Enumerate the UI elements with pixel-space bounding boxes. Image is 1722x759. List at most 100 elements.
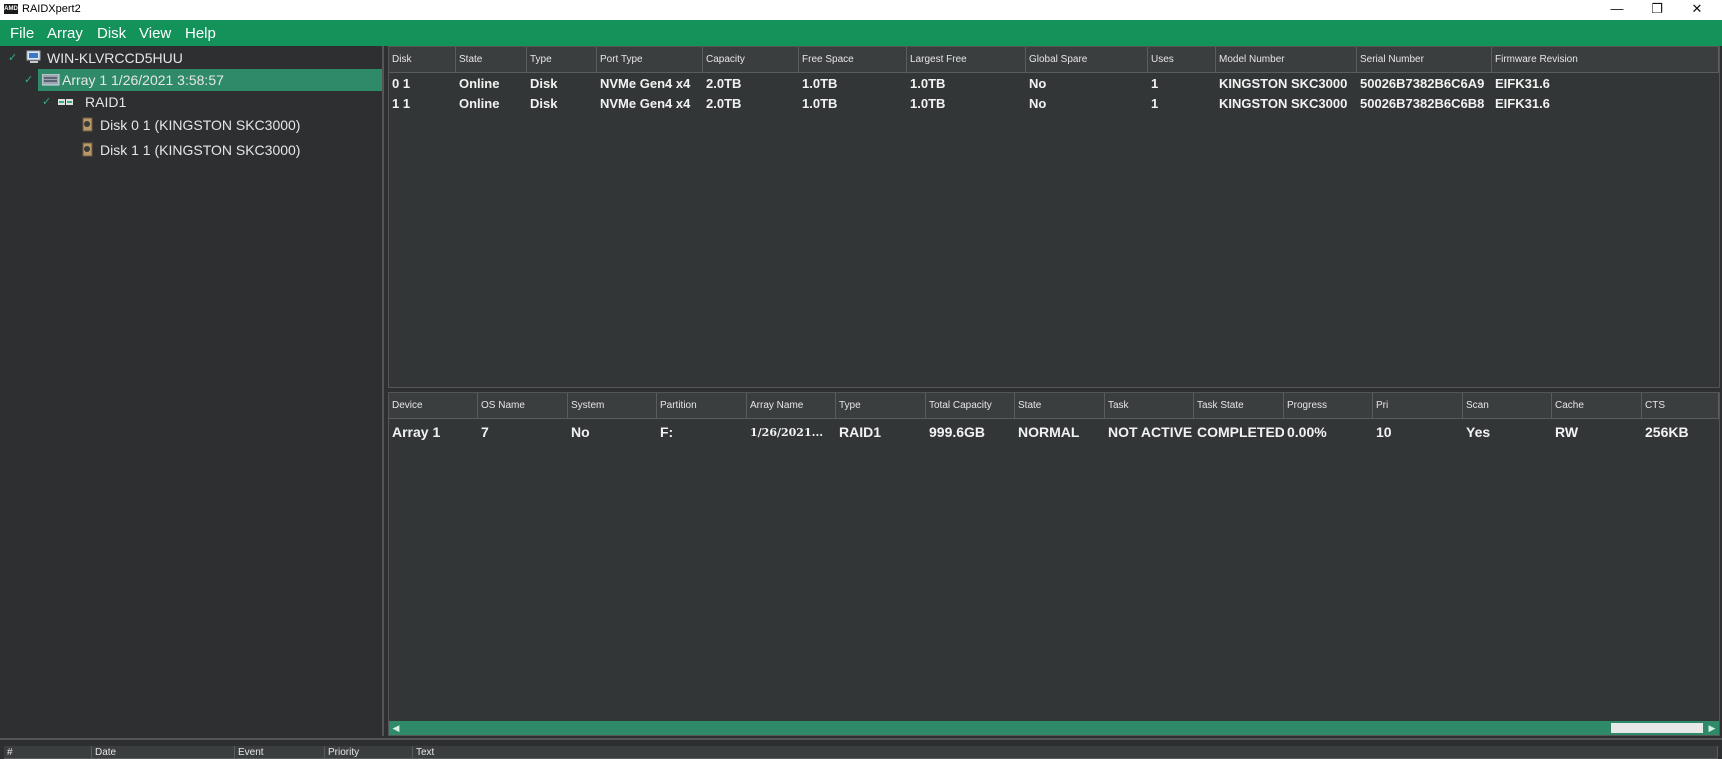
cell-state: Online [459, 96, 500, 111]
column-header-capacity[interactable]: Capacity [703, 47, 799, 73]
cell-serial-number: 50026B7382B6C6A9 [1360, 76, 1485, 91]
column-header-total-capacity[interactable]: Total Capacity [926, 393, 1015, 419]
column-header-task-state[interactable]: Task State [1194, 393, 1284, 419]
tree-item-computer[interactable]: ✓ WIN-KLVRCCD5HUU [2, 47, 382, 69]
minimize-button[interactable]: — [1597, 0, 1637, 20]
column-header-date[interactable]: Date [92, 746, 235, 759]
cell-type: Disk [530, 76, 558, 91]
array-icon [42, 74, 60, 86]
scroll-left-icon[interactable]: ◀ [389, 721, 403, 735]
menu-help[interactable]: Help [185, 25, 216, 42]
scrollbar-thumb[interactable] [1611, 723, 1703, 733]
cell-os-name: 7 [481, 424, 489, 440]
event-log-table: # Date Event Priority Text [0, 738, 1722, 759]
restore-button[interactable]: ❐ [1637, 0, 1677, 20]
cell-type: RAID1 [839, 424, 882, 440]
cell-task: NOT ACTIVE [1108, 424, 1193, 440]
cell-cache: RW [1555, 424, 1579, 440]
cell-array-name: 1/26/2021... [750, 426, 824, 439]
chevron-down-icon[interactable]: ✓ [24, 73, 33, 86]
column-header-device[interactable]: Device [389, 393, 478, 419]
column-header-disk[interactable]: Disk [389, 47, 456, 73]
cell-partition: F: [660, 424, 674, 440]
tree-item-raid[interactable]: ✓ RAID1 [40, 91, 240, 113]
column-header-text[interactable]: Text [413, 746, 1718, 759]
tree-item-disk-1[interactable]: Disk 1 1 (KINGSTON SKC3000) [80, 139, 380, 161]
disk-icon [82, 117, 93, 132]
column-header-priority[interactable]: Priority [325, 746, 413, 759]
close-button[interactable]: ✕ [1677, 0, 1717, 20]
column-header-cts[interactable]: CTS [1642, 393, 1719, 419]
column-header-os-name[interactable]: OS Name [478, 393, 568, 419]
cell-disk: 1 1 [392, 96, 411, 111]
column-header-task[interactable]: Task [1105, 393, 1194, 419]
column-header-type[interactable]: Type [836, 393, 926, 419]
column-header-type[interactable]: Type [527, 47, 597, 73]
column-header-number[interactable]: # [4, 746, 92, 759]
menu-array[interactable]: Array [47, 25, 83, 42]
cell-capacity: 2.0TB [706, 96, 742, 111]
cell-port-type: NVMe Gen4 x4 [600, 76, 691, 91]
column-header-pri[interactable]: Pri [1373, 393, 1463, 419]
tree-label-disk-0: Disk 0 1 (KINGSTON SKC3000) [100, 117, 301, 133]
column-header-uses[interactable]: Uses [1148, 47, 1216, 73]
column-header-cache[interactable]: Cache [1552, 393, 1642, 419]
chevron-down-icon[interactable]: ✓ [8, 47, 17, 69]
column-header-global-spare[interactable]: Global Spare [1026, 47, 1148, 73]
cell-largest-free: 1.0TB [910, 96, 946, 111]
column-header-state[interactable]: State [456, 47, 527, 73]
cell-serial-number: 50026B7382B6C6B8 [1360, 96, 1485, 111]
cell-progress: 0.00% [1287, 424, 1327, 440]
cell-uses: 1 [1151, 76, 1159, 91]
column-header-model-number[interactable]: Model Number [1216, 47, 1357, 73]
scroll-right-icon[interactable]: ▶ [1705, 721, 1719, 735]
menu-file[interactable]: File [10, 25, 34, 42]
cell-task-state: COMPLETED [1197, 424, 1284, 440]
tree-item-disk-0[interactable]: Disk 0 1 (KINGSTON SKC3000) [80, 114, 380, 136]
column-header-state[interactable]: State [1015, 393, 1105, 419]
horizontal-scrollbar[interactable]: ◀ ▶ [389, 721, 1719, 735]
cell-scan: Yes [1466, 424, 1491, 440]
cell-global-spare: No [1029, 96, 1047, 111]
device-tree: ✓ WIN-KLVRCCD5HUU Array 1 1/26/2021 3:58… [2, 46, 384, 736]
cell-state: NORMAL [1018, 424, 1080, 440]
column-header-event[interactable]: Event [235, 746, 325, 759]
cell-pri: 10 [1376, 424, 1392, 440]
cell-system: No [571, 424, 590, 440]
disk-table: Disk State Type Port Type Capacity Free … [388, 46, 1720, 388]
tree-item-array[interactable]: Array 1 1/26/2021 3:58:57 [38, 69, 382, 91]
cell-cts: 256KB [1645, 424, 1689, 440]
column-header-free-space[interactable]: Free Space [799, 47, 907, 73]
column-header-port-type[interactable]: Port Type [597, 47, 703, 73]
column-header-scan[interactable]: Scan [1463, 393, 1552, 419]
chevron-down-icon[interactable]: ✓ [42, 91, 51, 113]
column-header-firmware-revision[interactable]: Firmware Revision [1492, 47, 1719, 73]
cell-free-space: 1.0TB [802, 96, 838, 111]
raid-icon [58, 99, 73, 105]
title-bar: AMD RAIDXpert2 — ❐ ✕ [0, 0, 1722, 20]
cell-disk: 0 1 [392, 76, 411, 91]
menu-bar: File Array Disk View Help [0, 20, 1722, 46]
cell-largest-free: 1.0TB [910, 76, 946, 91]
cell-port-type: NVMe Gen4 x4 [600, 96, 691, 111]
cell-global-spare: No [1029, 76, 1047, 91]
menu-view[interactable]: View [139, 25, 171, 42]
menu-disk[interactable]: Disk [97, 25, 126, 42]
tree-label-raid: RAID1 [85, 94, 127, 110]
column-header-serial-number[interactable]: Serial Number [1357, 47, 1492, 73]
column-header-largest-free[interactable]: Largest Free [907, 47, 1026, 73]
column-header-partition[interactable]: Partition [657, 393, 747, 419]
cell-free-space: 1.0TB [802, 76, 838, 91]
cell-model-number: KINGSTON SKC3000 [1219, 76, 1348, 91]
tree-label-disk-1: Disk 1 1 (KINGSTON SKC3000) [100, 142, 301, 158]
cell-firmware-revision: EIFK31.6 [1495, 76, 1550, 91]
column-header-array-name[interactable]: Array Name [747, 393, 836, 419]
column-header-progress[interactable]: Progress [1284, 393, 1373, 419]
disk-icon [82, 142, 93, 157]
cell-uses: 1 [1151, 96, 1159, 111]
cell-firmware-revision: EIFK31.6 [1495, 96, 1550, 111]
column-header-system[interactable]: System [568, 393, 657, 419]
cell-model-number: KINGSTON SKC3000 [1219, 96, 1348, 111]
cell-device: Array 1 [392, 424, 441, 440]
app-logo-icon: AMD [4, 4, 18, 14]
